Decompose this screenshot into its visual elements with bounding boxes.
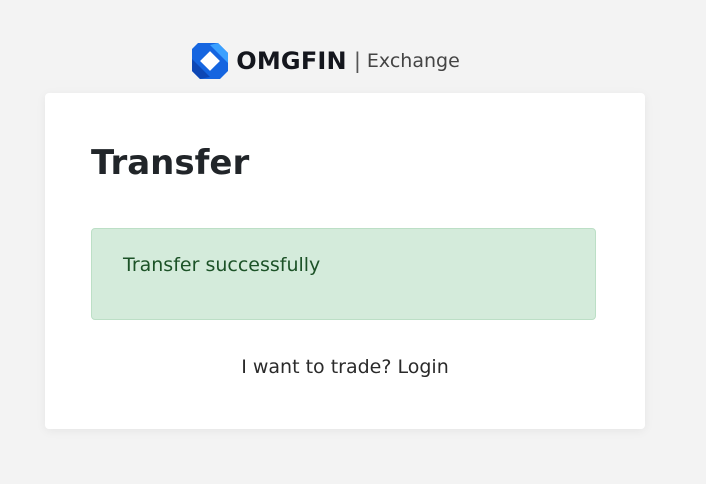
brand-subtitle: Exchange xyxy=(366,50,460,72)
login-prompt-text: I want to trade? xyxy=(241,356,392,378)
page-title: Transfer xyxy=(91,143,250,183)
alert-message: Transfer successfully xyxy=(123,254,321,276)
login-link[interactable]: Login xyxy=(398,356,449,378)
header: OMGFIN | Exchange xyxy=(0,41,706,81)
brand-separator: | xyxy=(353,49,361,73)
brand-name: OMGFIN xyxy=(236,47,347,75)
omgfin-logo-icon xyxy=(192,43,229,79)
logo[interactable]: OMGFIN | Exchange xyxy=(190,41,460,81)
success-alert: Transfer successfully xyxy=(91,228,596,320)
login-prompt: I want to trade? Login xyxy=(45,356,645,378)
